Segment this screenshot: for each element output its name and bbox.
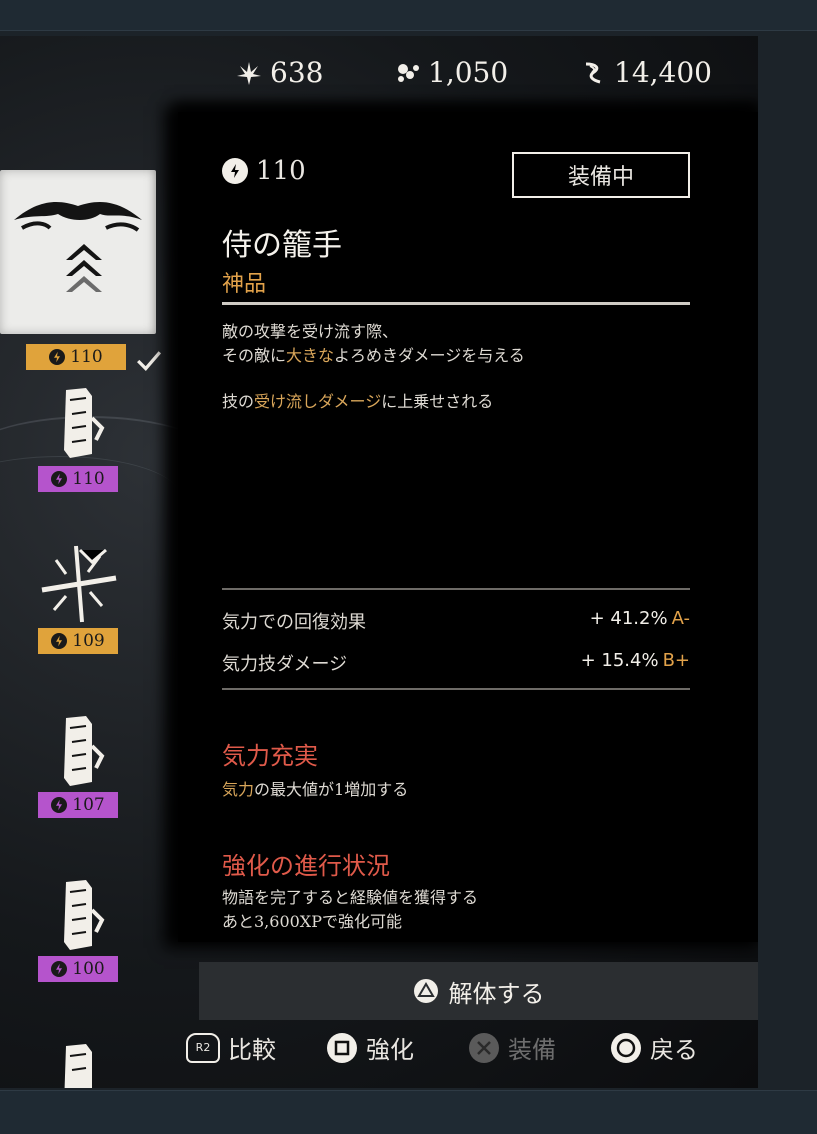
power-value: 100 [72,959,105,979]
swords-icon [41,545,117,623]
power-badge: 100 [38,956,118,982]
power-value: 110 [72,469,105,489]
description-text: よろめきダメージを与える [334,346,525,365]
currency-flowers: 1,050 [394,56,508,89]
currency-value: 1,050 [428,56,509,89]
bottom-bar [0,1090,817,1134]
scroll-icon [64,1044,92,1088]
stat-value: + 41.2% [589,608,668,629]
gear-menu: 638 1,050 14,400 110 110 109 107 100 110… [0,36,758,1088]
scroll-icon [64,880,105,950]
power-icon [49,349,66,365]
gauntlet-icon [14,201,142,292]
power-icon [51,471,68,487]
equipped-badge: 装備中 [512,152,690,198]
power-value: 110 [70,347,103,367]
description-highlight: ダメージ [318,392,382,411]
wind-icon [585,62,601,83]
item-power-value: 110 [256,156,306,186]
power-value: 109 [72,631,105,651]
flowers-icon [398,63,419,82]
triangle-button-icon [413,979,438,1003]
checkmark-icon [137,351,162,371]
currency-supplies: 638 [236,56,323,89]
item-power: 110 [222,156,306,186]
equip-prompt[interactable]: 装備 [468,1030,556,1065]
stat-label: 気力技ダメージ [222,654,348,675]
currency-value: 14,400 [614,56,712,89]
power-icon [222,158,248,184]
divider [222,688,690,690]
progress-line: あと3,600XPで強化可能 [222,912,402,931]
cross-button-icon [469,1032,499,1063]
compare-label: 比較 [228,1036,276,1064]
power-icon [51,961,68,977]
stat-label: 気力での回復効果 [222,612,366,633]
gear-slot[interactable]: 110 [36,384,120,494]
description-text: の最大値が1増加する [254,780,409,799]
description-text: に上乗せされる [381,392,494,411]
gear-slot[interactable]: 107 [36,712,120,822]
r2-button-icon: R2 [186,1032,220,1063]
item-description: 敵の攻撃を受け流す際、 その敵に大きなよろめきダメージを与える [222,320,692,368]
upgrade-progress-title: 強化の進行状況 [222,852,390,880]
back-label: 戻る [650,1036,698,1064]
power-badge: 109 [38,628,118,654]
gear-slot[interactable]: 109 [36,540,120,656]
description-highlight: 受け流し [254,392,319,411]
perk-title: 気力充実 [222,742,318,770]
power-value: 107 [72,795,105,815]
power-badge: 110 [26,344,126,370]
item-detail-panel: 110 装備中 侍の籠手 神品 敵の攻撃を受け流す際、 その敵に大きなよろめきダ… [178,112,758,942]
currency-wind: 14,400 [580,56,712,89]
perk-description: 気力の最大値が1増加する [222,778,692,802]
divider [222,302,690,305]
item-name: 侍の籠手 [222,228,342,263]
power-icon [51,797,68,813]
divider [222,588,690,590]
gear-slot-selected[interactable]: 110 [0,170,162,371]
top-bar [0,0,817,31]
power-badge: 110 [38,466,118,492]
supplies-icon [237,61,261,85]
compare-prompt[interactable]: R2 比較 [186,1030,276,1065]
currency-value: 638 [270,56,324,89]
description-highlight: 気力 [222,780,255,799]
square-button-icon [327,1032,357,1063]
equip-label: 装備 [508,1036,556,1064]
item-description-2: 技の受け流しダメージに上乗せされる [222,390,692,414]
item-rarity: 神品 [222,272,267,297]
description-highlight: 大きな [286,346,335,365]
stat-value: + 15.4% [580,650,659,671]
circle-button-icon [611,1032,641,1063]
dismantle-label: 解体する [448,979,545,1008]
gear-slot[interactable]: 100 [36,876,120,986]
upgrade-prompt[interactable]: 強化 [326,1030,414,1065]
description-line: 敵の攻撃を受け流す際、 [222,322,399,341]
upgrade-progress-text: 物語を完了すると経験値を獲得する あと3,600XPで強化可能 [222,886,692,934]
stat-row: 気力技ダメージ + 15.4% B+ [222,650,690,676]
power-badge: 107 [38,792,118,818]
r2-key-label: R2 [195,1041,211,1054]
stat-grade: B+ [662,650,690,671]
scroll-icon [64,716,105,786]
back-prompt[interactable]: 戻る [610,1030,698,1065]
power-icon [51,633,68,649]
gear-slot[interactable] [36,1040,120,1088]
dismantle-button[interactable]: 解体する [199,962,758,1020]
scroll-icon [64,388,105,458]
progress-line: 物語を完了すると経験値を獲得する [222,888,479,907]
stat-row: 気力での回復効果 + 41.2% A- [222,608,690,634]
upgrade-label: 強化 [366,1036,414,1064]
stat-grade: A- [671,608,690,629]
description-text: その敵に [222,346,287,365]
description-text: 技の [222,392,255,411]
description-line: その敵に大きなよろめきダメージを与える [222,344,692,368]
